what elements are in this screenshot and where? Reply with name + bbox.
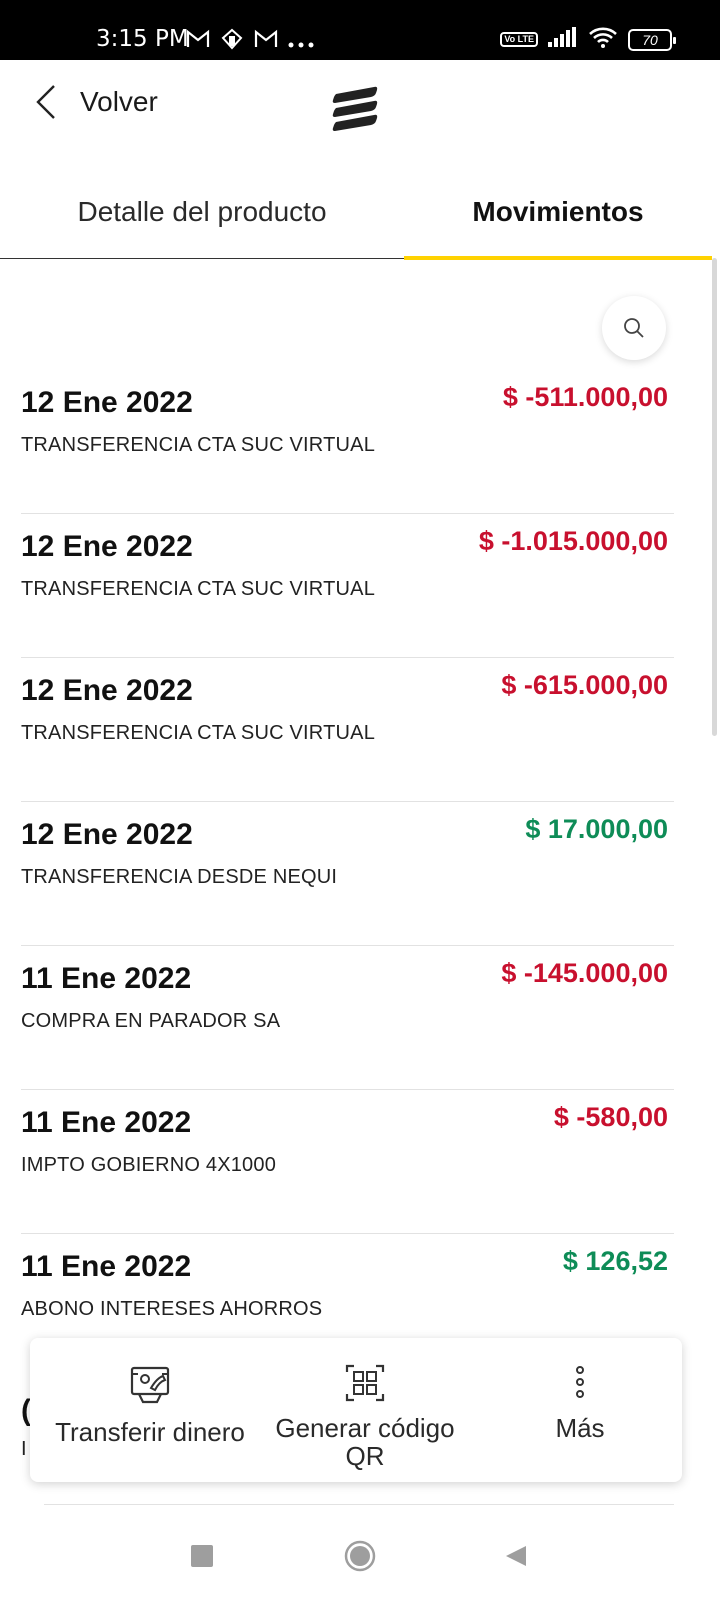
system-nav-bar: [0, 1512, 720, 1600]
tab-divider: [0, 258, 404, 259]
movement-amount: $ -145.000,00: [501, 958, 668, 988]
movement-date: 12 Ene 2022: [21, 386, 193, 419]
movement-date: 11 Ene 2022: [21, 962, 192, 995]
movement-date: 12 Ene 2022: [21, 674, 193, 707]
generate-qr-button[interactable]: Generar código QR: [260, 1338, 470, 1482]
qr-code-icon: [345, 1364, 385, 1402]
transfer-money-button[interactable]: Transferir dinero: [40, 1338, 260, 1482]
recent-apps-icon[interactable]: [191, 1545, 213, 1567]
tab-movements[interactable]: Movimientos: [404, 166, 712, 258]
transfer-money-label: Transferir dinero: [55, 1417, 245, 1447]
more-label: Más: [555, 1413, 605, 1443]
movement-amount: $ -615.000,00: [501, 670, 668, 700]
system-icons: Vo LTE 70: [500, 26, 676, 53]
movement-amount: $ 126,52: [562, 1246, 668, 1276]
search-icon: [624, 318, 644, 338]
movement-description: IMPTO GOBIERNO 4X1000: [21, 1154, 277, 1176]
movement-description: TRANSFERENCIA CTA SUC VIRTUAL: [21, 434, 376, 456]
back-button[interactable]: Volver: [32, 82, 158, 122]
movement-description: TRANSFERENCIA CTA SUC VIRTUAL: [21, 578, 376, 600]
tab-active-indicator: [404, 256, 712, 260]
search-button[interactable]: [602, 296, 666, 360]
quick-actions-bar: Transferir dinero Generar código QR Más: [30, 1338, 682, 1482]
app-header: Volver: [0, 60, 720, 152]
tab-bar: Detalle del producto Movimientos: [0, 166, 720, 264]
movement-amount: $ -511.000,00: [502, 382, 668, 412]
movement-description: COMPRA EN PARADOR SA: [21, 1010, 281, 1032]
movement-date: 12 Ene 2022: [21, 818, 193, 851]
movement-date: 11 Ene 2022: [21, 1106, 192, 1139]
tab-product-detail[interactable]: Detalle del producto: [0, 166, 404, 258]
more-vertical-icon: [576, 1366, 584, 1398]
home-icon[interactable]: [344, 1540, 376, 1572]
movement-amount: $ -580,00: [553, 1102, 668, 1132]
generate-qr-label: Generar código QR: [275, 1413, 455, 1471]
movement-description: TRANSFERENCIA DESDE NEQUI: [21, 866, 338, 888]
status-bar: 3:15 PM Vo LTE 70: [0, 0, 720, 60]
list-item[interactable]: 12 Ene 2022 TRANSFERENCIA CTA SUC VIRTUA…: [0, 370, 720, 514]
movement-date: 12 Ene 2022: [21, 530, 193, 563]
signal-icon: [548, 27, 578, 52]
wifi-icon: [588, 26, 618, 53]
volte-icon: Vo LTE: [500, 32, 538, 47]
gmail-icon: [254, 29, 278, 54]
movement-amount: $ 17.000,00: [525, 814, 668, 844]
battery-icon: 70: [628, 28, 676, 51]
movement-description: TRANSFERENCIA CTA SUC VIRTUAL: [21, 722, 376, 744]
back-label: Volver: [80, 86, 158, 117]
divider: [44, 1504, 674, 1505]
chevron-left-icon: [36, 85, 55, 119]
status-time: 3:15 PM: [96, 26, 189, 52]
more-button[interactable]: Más: [490, 1338, 670, 1482]
notification-icons: [186, 28, 314, 55]
list-item[interactable]: 12 Ene 2022 TRANSFERENCIA CTA SUC VIRTUA…: [0, 514, 720, 658]
movement-description: ABONO INTERESES AHORROS: [21, 1298, 323, 1320]
vpn-icon: [220, 28, 244, 55]
list-item[interactable]: 12 Ene 2022 TRANSFERENCIA DESDE NEQUI $ …: [0, 802, 720, 946]
gmail-icon: [186, 29, 210, 54]
list-item[interactable]: 11 Ene 2022 IMPTO GOBIERNO 4X1000 $ -580…: [0, 1090, 720, 1234]
list-item[interactable]: 12 Ene 2022 TRANSFERENCIA CTA SUC VIRTUA…: [0, 658, 720, 802]
transfer-money-icon: [130, 1366, 170, 1404]
list-item[interactable]: 11 Ene 2022 COMPRA EN PARADOR SA $ -145.…: [0, 946, 720, 1090]
movement-date: 11 Ene 2022: [21, 1250, 192, 1283]
movement-amount: $ -1.015.000,00: [478, 526, 668, 556]
more-dots-icon: [288, 30, 314, 54]
movement-description-partial: I: [21, 1438, 27, 1460]
bank-logo-icon: [332, 86, 378, 131]
nav-back-icon[interactable]: [504, 1544, 528, 1568]
movements-list: 12 Ene 2022 TRANSFERENCIA CTA SUC VIRTUA…: [0, 370, 720, 1378]
